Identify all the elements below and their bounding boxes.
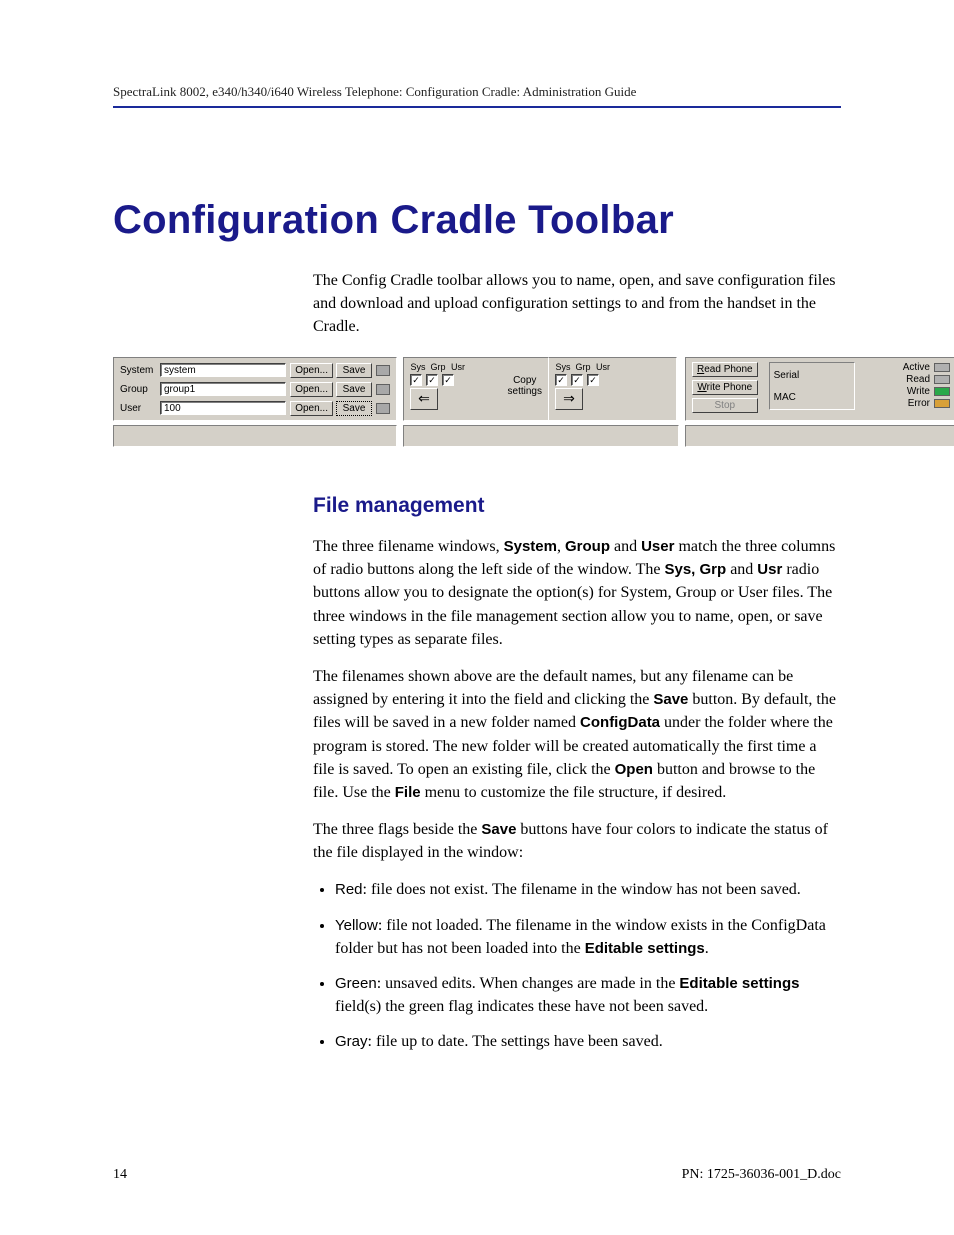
system-input[interactable]: system <box>160 363 286 377</box>
flag-item-green: Green: unsaved edits. When changes are m… <box>335 972 841 1018</box>
write-phone-button[interactable]: Write Phone <box>692 380 758 395</box>
group-flag-icon <box>376 384 390 395</box>
arrow-left-icon: ⇐ <box>418 390 430 407</box>
file-row-group: Group group1 Open... Save <box>120 381 390 398</box>
group-label: Group <box>120 384 160 395</box>
files-panel: System system Open... Save Group group1 … <box>113 357 397 421</box>
group-open-button[interactable]: Open... <box>290 382 333 397</box>
copy-settings-label: Copy settings <box>508 375 542 397</box>
copy-left-usr-checkbox[interactable]: ✓ <box>442 374 454 386</box>
status-error-label: Error <box>908 398 930 409</box>
toolbar-blank-strip-2 <box>403 425 679 447</box>
toolbar-figure: System system Open... Save Group group1 … <box>113 357 841 447</box>
user-flag-icon <box>376 403 390 414</box>
system-open-button[interactable]: Open... <box>290 363 333 378</box>
file-row-user: User 100 Open... Save <box>120 400 390 417</box>
status-write-label: Write <box>907 386 930 397</box>
toolbar-blank-strip-1 <box>113 425 397 447</box>
fm-para-1: The three filename windows, System, Grou… <box>313 535 841 651</box>
user-save-button[interactable]: Save <box>336 401 372 416</box>
copy-left-headers: Sys Grp Usr <box>410 362 466 372</box>
page-title: Configuration Cradle Toolbar <box>113 198 841 243</box>
copy-right-grp-checkbox[interactable]: ✓ <box>571 374 583 386</box>
file-row-system: System system Open... Save <box>120 362 390 379</box>
mac-label: MAC <box>774 392 850 403</box>
phone-panel: Read Phone Write Phone Stop Serial MAC <box>685 357 954 421</box>
document-pn: PN: 1725-36036-001_D.doc <box>682 1167 841 1183</box>
write-led-icon <box>934 387 950 396</box>
copy-right-headers: Sys Grp Usr <box>555 362 670 372</box>
page-number: 14 <box>113 1167 127 1183</box>
error-led-icon <box>934 399 950 408</box>
stop-button[interactable]: Stop <box>692 398 758 413</box>
toolbar-blank-strip-3 <box>685 425 954 447</box>
flag-list: Red: file does not exist. The filename i… <box>313 878 841 1053</box>
read-phone-button[interactable]: Read Phone <box>692 362 758 377</box>
copy-right-arrow-button[interactable]: ⇒ <box>555 388 583 410</box>
arrow-right-icon: ⇒ <box>563 390 575 407</box>
running-header: SpectraLink 8002, e340/h340/i640 Wireles… <box>113 84 841 108</box>
copy-right-panel: Sys Grp Usr ✓ ✓ ✓ ⇒ <box>549 357 677 421</box>
user-open-button[interactable]: Open... <box>290 401 333 416</box>
serial-mac-box: Serial MAC <box>769 362 855 410</box>
status-active-label: Active <box>903 362 930 373</box>
fm-para-2: The filenames shown above are the defaul… <box>313 665 841 804</box>
copy-left-panel: Sys Grp Usr ✓ ✓ ✓ ⇐ <box>403 357 549 421</box>
system-label: System <box>120 365 160 376</box>
user-label: User <box>120 403 160 414</box>
fm-para-3: The three flags beside the Save buttons … <box>313 818 841 864</box>
copy-left-sys-checkbox[interactable]: ✓ <box>410 374 422 386</box>
active-led-icon <box>934 363 950 372</box>
serial-label: Serial <box>774 370 850 381</box>
flag-item-gray: Gray: file up to date. The settings have… <box>335 1030 841 1053</box>
system-save-button[interactable]: Save <box>336 363 372 378</box>
intro-paragraph: The Config Cradle toolbar allows you to … <box>313 269 841 339</box>
group-save-button[interactable]: Save <box>336 382 372 397</box>
copy-left-arrow-button[interactable]: ⇐ <box>410 388 438 410</box>
read-led-icon <box>934 375 950 384</box>
group-input[interactable]: group1 <box>160 382 286 396</box>
flag-item-yellow: Yellow: file not loaded. The filename in… <box>335 914 841 960</box>
copy-right-usr-checkbox[interactable]: ✓ <box>587 374 599 386</box>
section-heading: File management <box>313 491 841 521</box>
copy-left-grp-checkbox[interactable]: ✓ <box>426 374 438 386</box>
system-flag-icon <box>376 365 390 376</box>
copy-right-sys-checkbox[interactable]: ✓ <box>555 374 567 386</box>
user-input[interactable]: 100 <box>160 401 286 415</box>
status-read-label: Read <box>906 374 930 385</box>
flag-item-red: Red: file does not exist. The filename i… <box>335 878 841 901</box>
